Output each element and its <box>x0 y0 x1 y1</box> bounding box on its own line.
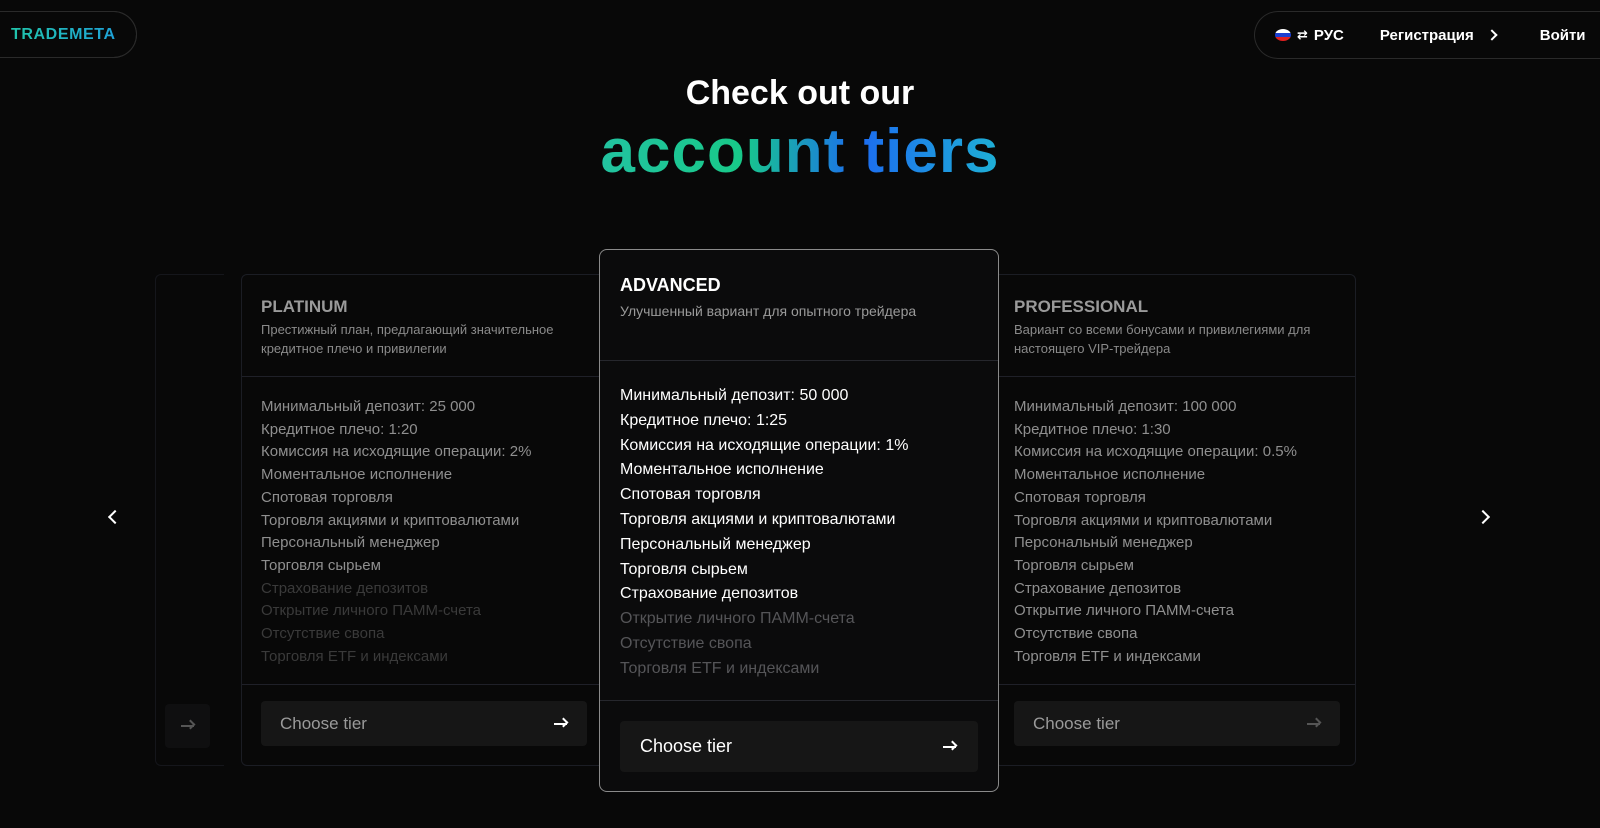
card-divider <box>242 684 609 685</box>
swap-icon: ⇄ <box>1297 27 1308 42</box>
choose-tier-button[interactable]: Choose tier <box>261 701 587 746</box>
arrow-right-icon <box>1307 722 1320 725</box>
feature-item: Кредитное плечо: 1:25 <box>620 411 788 429</box>
feature-item: Спотовая торговля <box>620 486 761 504</box>
card-divider <box>995 376 1355 377</box>
chevron-right-icon <box>1486 29 1498 41</box>
feature-item: Открытие личного ПАММ-счета <box>620 610 855 628</box>
feature-item: Страхование депозитов <box>620 585 799 603</box>
register-link[interactable]: Регистрация <box>1379 26 1498 44</box>
arrow-right-icon <box>181 725 194 727</box>
feature-item: Торговля ETF и индексами <box>620 659 820 677</box>
chevron-right-icon[interactable] <box>1475 509 1491 525</box>
choose-tier-button[interactable]: Choose tier <box>620 721 978 772</box>
tier-name: ADVANCED <box>620 275 721 295</box>
tier-card-advanced: ADVANCED Улучшенный вариант для опытного… <box>599 249 999 792</box>
feature-item: Страхование депозитов <box>261 579 429 597</box>
button-label: Choose tier <box>1033 713 1120 733</box>
feature-item: Моментальное исполнение <box>620 461 824 479</box>
feature-item: Отсутствие свопа <box>1014 625 1138 643</box>
feature-item: Комиссия на исходящие операции: 1% <box>620 436 909 454</box>
feature-item: Открытие личного ПАММ-счета <box>1014 602 1235 620</box>
brand-logo[interactable]: TRADEMETA <box>0 11 137 58</box>
feature-item: Кредитное плечо: 1:30 <box>1014 420 1171 438</box>
tier-description: Улучшенный вариант для опытного трейдера <box>620 303 917 319</box>
feature-item: Комиссия на исходящие операции: 0.5% <box>1014 443 1297 461</box>
button-label: Choose tier <box>280 713 367 733</box>
card-divider <box>995 684 1355 685</box>
feature-item: Минимальный депозит: 25 000 <box>261 398 476 415</box>
tier-description: Престижный план, предлагающий значительн… <box>261 322 554 356</box>
offscreen-choose-button <box>165 704 210 748</box>
feature-item: Минимальный депозит: 50 000 <box>620 387 849 404</box>
chevron-left-icon[interactable] <box>107 509 123 525</box>
feature-list: Минимальный депозит: 100 000 Кредитное пл… <box>1014 396 1297 668</box>
tier-description: Вариант со всеми бонусами и привилегиями… <box>1014 322 1311 356</box>
feature-item: Персональный менеджер <box>261 534 440 552</box>
hero-heading-line2: account tiers <box>0 116 1600 188</box>
top-navigation: ⇄ РУС Регистрация Войти <box>1254 11 1600 59</box>
tier-name: PLATINUM <box>261 297 348 316</box>
language-label: РУС <box>1313 26 1344 44</box>
feature-item: Минимальный депозит: 100 000 <box>1014 398 1237 415</box>
choose-tier-button[interactable]: Choose tier <box>1014 701 1340 746</box>
feature-item: Открытие личного ПАММ-счета <box>261 602 482 620</box>
feature-item: Спотовая торговля <box>1014 488 1146 506</box>
feature-item: Отсутствие свопа <box>261 625 385 643</box>
feature-item: Комиссия на исходящие операции: 2% <box>261 443 532 461</box>
feature-item: Торговля акциями и криптовалютами <box>1014 511 1273 529</box>
tier-name: PROFESSIONAL <box>1014 297 1149 316</box>
login-link[interactable]: Войти <box>1540 27 1586 44</box>
button-label: Choose tier <box>640 736 733 756</box>
language-switcher[interactable]: ⇄ РУС <box>1275 27 1344 44</box>
register-label: Регистрация <box>1379 26 1474 44</box>
feature-item: Спотовая торговля <box>261 488 393 506</box>
card-divider <box>242 376 609 377</box>
arrow-right-icon <box>554 722 567 725</box>
tier-card-professional: PROFESSIONAL Вариант со всеми бонусами и… <box>994 274 1356 766</box>
feature-item: Торговля сырьем <box>620 560 748 578</box>
arrow-right-icon <box>943 745 956 748</box>
feature-item: Торговля сырьем <box>261 556 381 574</box>
tier-card-platinum: PLATINUM Престижный план, предлагающий з… <box>241 274 610 766</box>
offscreen-card-left <box>155 274 224 766</box>
feature-item: Отсутствие свопа <box>620 634 752 652</box>
feature-list: Минимальный депозит: 50 000 Кредитное пле… <box>620 384 908 682</box>
hero-heading-line1: Check out our <box>685 74 915 112</box>
feature-item: Торговля акциями и криптовалютами <box>261 511 520 529</box>
feature-item: Торговля сырьем <box>1014 556 1134 574</box>
feature-item: Торговля ETF и индексами <box>261 647 448 665</box>
feature-item: Страхование депозитов <box>1014 579 1182 597</box>
feature-item: Торговля акциями и криптовалютами <box>620 510 896 528</box>
russia-flag-icon <box>1275 29 1291 41</box>
feature-list: Минимальный депозит: 25 000 Кредитное пле… <box>261 396 531 668</box>
feature-item: Кредитное плечо: 1:20 <box>261 420 418 438</box>
feature-item: Персональный менеджер <box>620 535 811 553</box>
card-divider <box>600 360 998 361</box>
feature-item: Торговля ETF и индексами <box>1014 647 1201 665</box>
hero-gradient-text: account tiers <box>600 117 1000 186</box>
feature-item: Моментальное исполнение <box>261 466 453 484</box>
card-divider <box>600 700 998 701</box>
feature-item: Моментальное исполнение <box>1014 466 1206 484</box>
feature-item: Персональный менеджер <box>1014 534 1193 552</box>
